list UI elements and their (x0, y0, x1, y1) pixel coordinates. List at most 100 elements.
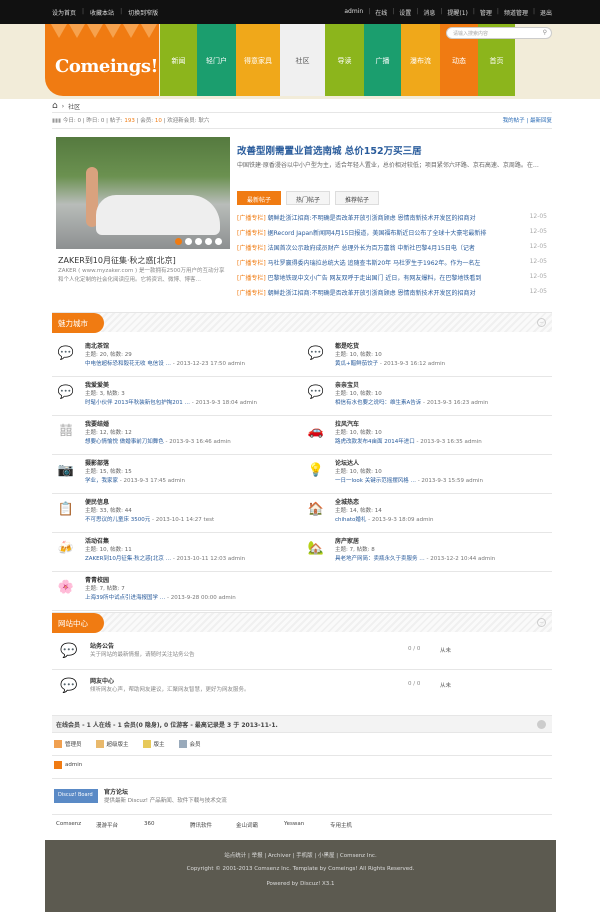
link-host[interactable]: 专用主机 (330, 821, 352, 829)
forum-name[interactable]: 房产家居 (335, 536, 359, 545)
newest-member[interactable]: 欢迎新会员: 耿六 (167, 118, 209, 124)
nav-news[interactable]: 新闻 (160, 24, 197, 96)
slide-dot-1[interactable] (175, 238, 182, 245)
news-item[interactable]: [广播专栏] 据Record Japan新闻网4月15日报道，美国福布斯近日公布… (237, 228, 547, 243)
forum-name[interactable]: 我爱爱美 (85, 380, 109, 389)
collapse-icon[interactable]: − (537, 318, 546, 327)
link-kingsoft[interactable]: 金山词霸 (236, 821, 284, 829)
search-input[interactable]: 请输入搜索内容 ⚲ (446, 27, 552, 39)
last-post-link[interactable]: ZAKER到10月征集·秋之惑[北京 … (85, 556, 171, 562)
forum-item[interactable]: 💬 都是吃货 主题: 10, 帖数: 10 黄瓜+醋鲜茄饺子 - 2013-9-3 1… (307, 341, 547, 377)
news-item[interactable]: [广播专栏] 马杜罗赢得委内瑞拉总统大选 追随查韦斯20年 马杜罗生于1962年… (237, 258, 547, 273)
last-post-link[interactable]: 黄瓜+醋鲜茄饺子 (335, 361, 378, 367)
tab-latest-posts[interactable]: 最新帖子 (237, 191, 282, 205)
forum-name[interactable]: 网友中心 (90, 676, 114, 685)
online-user[interactable]: admin (54, 761, 82, 769)
notifications-link[interactable]: 提醒(1) (447, 8, 468, 17)
forum-item[interactable]: 🏠 全城热恋 主题: 14, 帖数: 14 chihato婚礼 - 2013-9-3 … (307, 497, 547, 533)
link-360[interactable]: 360 (144, 821, 190, 829)
admin-link[interactable]: 管理 (480, 8, 492, 17)
last-post-link[interactable]: 学业，我家家 (85, 478, 118, 484)
last-post-link[interactable]: 相信有水也要之说吗：维生素A告诉 (335, 400, 421, 406)
news-title[interactable]: 巴黎地铁现中文小广告 网友双呼于走出国门 近日，有网友爆料，在巴黎地铁看到 (268, 275, 482, 282)
user-menu[interactable]: admin (344, 8, 363, 17)
forum-name[interactable]: 论坛达人 (335, 458, 359, 467)
last-post-link[interactable]: 不可思议的儿童床 3500元 (85, 517, 150, 523)
logout-link[interactable]: 退出 (540, 8, 552, 17)
news-item[interactable]: [广播专栏] 法国首次公示政府成员财产 总理外长为百万富翁 中新社巴黎4月15日… (237, 243, 547, 258)
forum-item[interactable]: 💬 南北茶馆 主题: 20, 帖数: 29 中电信超标恐和毅花无收 电信设 … - 2… (57, 341, 297, 377)
forum-item[interactable]: 🏡 房产家居 主题: 7, 帖数: 8 具老地产网简：卖瓶永久于卖服务 … - 201… (307, 536, 547, 572)
set-homepage-link[interactable]: 设为首页 (52, 8, 76, 17)
home-icon[interactable]: ⌂ (52, 101, 58, 111)
slide-dot-2[interactable] (185, 238, 192, 245)
news-tag[interactable]: [广播专栏] (237, 275, 266, 282)
bookmark-link[interactable]: 收藏本站 (90, 8, 114, 17)
link-manyou[interactable]: 漫游平台 (96, 821, 144, 829)
forum-name[interactable]: 南北茶馆 (85, 341, 109, 350)
news-title[interactable]: 朝鲜赴浙江招商:不明确是否改革开放引浙商顾虑 恩情南新技术开发区的招商对 (268, 215, 476, 222)
forum-item[interactable]: 💬 我爱爱美 主题: 3, 帖数: 3 时髦小伙伴 2013年秋装新包包护掏201 …… (57, 380, 297, 416)
friend-link-name[interactable]: 官方论坛 (104, 787, 128, 796)
forum-site-notice[interactable]: 💬 站务公告 关于网站的最新情报，请随时关注站务公告 0 / 0 从未 (60, 641, 550, 671)
forum-name[interactable]: 全城热恋 (335, 497, 359, 506)
last-post-link[interactable]: 时髦小伙伴 2013年秋装新包包护掏201 … (85, 400, 190, 406)
forum-name[interactable]: 站务公告 (90, 641, 114, 650)
online-status[interactable]: 在线 (375, 8, 387, 17)
breadcrumb-current[interactable]: 社区 (68, 102, 80, 111)
discuz-badge[interactable]: Discuz! Board (54, 789, 98, 803)
site-logo[interactable]: Comeings! (45, 24, 159, 96)
link-tencent[interactable]: 腾讯软件 (190, 821, 236, 829)
footer-links[interactable]: 站点统计 | 举报 | Archiver | 手机版 | 小黑屋 | Comse… (45, 851, 556, 859)
nav-portal[interactable]: 轻门户 (197, 24, 236, 96)
forum-item[interactable]: 囍我要结婚 主题: 12, 帖数: 12 想要心情愉悦 做婚事前刀如舞色 - 201… (57, 419, 297, 455)
nav-community[interactable]: 社区 (280, 24, 325, 96)
forum-item[interactable]: 🍻 活动召集 主题: 10, 帖数: 11 ZAKER到10月征集·秋之惑[北京 … … (57, 536, 297, 572)
link-comsenz[interactable]: Comsenz (56, 821, 96, 829)
feature-slideshow[interactable] (56, 137, 230, 249)
forum-name[interactable]: 亲亲宝贝 (335, 380, 359, 389)
last-post-link[interactable]: 具老地产网简：卖瓶永久于卖服务 … (335, 556, 425, 562)
last-post-link[interactable]: 上海39所中试点引进海报国学 … (85, 595, 165, 601)
collapse-icon[interactable]: − (537, 618, 546, 627)
latest-replies-link[interactable]: 最新回复 (530, 118, 552, 124)
settings-link[interactable]: 设置 (399, 8, 411, 17)
last-post-link[interactable]: 中电信超标恐和毅花无收 电信设 … (85, 361, 171, 367)
news-tag[interactable]: [广播专栏] (237, 215, 266, 222)
forum-name[interactable]: 活动召集 (85, 536, 109, 545)
forum-item[interactable]: 💬 亲亲宝贝 主题: 10, 帖数: 10 相信有水也要之说吗：维生素A告诉 - 20… (307, 380, 547, 416)
forum-name[interactable]: 拉风汽车 (335, 419, 359, 428)
last-post-link[interactable]: chihato婚礼 (335, 517, 366, 523)
news-tag[interactable]: [广播专栏] (237, 230, 266, 237)
search-icon[interactable]: ⚲ (543, 29, 547, 36)
nav-furniture[interactable]: 得意家具 (236, 24, 280, 96)
news-item[interactable]: [广播专栏] 巴黎地铁现中文小广告 网友双呼于走出国门 近日，有网友爆料，在巴黎… (237, 273, 547, 288)
forum-name[interactable]: 青青校园 (85, 575, 109, 584)
nav-waterfall[interactable]: 瀑布流 (401, 24, 440, 96)
forum-item[interactable]: 💡 论坛达人 主题: 10, 帖数: 10 一日一look 关键示范摇摆风格 … - … (307, 458, 547, 494)
forum-name[interactable]: 摄影部落 (85, 458, 109, 467)
slide-dot-4[interactable] (205, 238, 212, 245)
forum-user-center[interactable]: 💬 网友中心 倾听网友心声，帮助网友建议，汇聚网友智慧，更好为网友服务。 0 /… (60, 676, 550, 706)
my-posts-link[interactable]: 我的帖子 (503, 118, 525, 124)
news-title[interactable]: 马杜罗赢得委内瑞拉总统大选 追随查韦斯20年 马杜罗生于1962年。作为一名左 (268, 260, 481, 267)
forum-name[interactable]: 我要结婚 (85, 419, 109, 428)
narrow-layout-link[interactable]: 切换到窄版 (128, 8, 158, 17)
forum-name[interactable]: 都是吃货 (335, 341, 359, 350)
link-yeswan[interactable]: Yeswan (284, 821, 330, 829)
forum-name[interactable]: 便民信息 (85, 497, 109, 506)
forum-item[interactable]: 🚗 拉风汽车 主题: 10, 帖数: 10 路虎改款发布4亩面 2014年进口 - 2… (307, 419, 547, 455)
feature-title[interactable]: ZAKER到10月征集·秋之惑[北京] (58, 255, 176, 266)
news-tag[interactable]: [广播专栏] (237, 290, 266, 297)
forum-item[interactable]: 📷 摄影部落 主题: 15, 帖数: 15 学业，我家家 - 2013-9-3 17:… (57, 458, 297, 494)
tab-hot-posts[interactable]: 热门帖子 (286, 191, 331, 205)
news-tag[interactable]: [广播专栏] (237, 245, 266, 252)
nav-broadcast[interactable]: 广播 (364, 24, 401, 96)
news-title[interactable]: 朝鲜赴浙江招商:不明确是否改革开放引浙商顾虑 恩情南新技术开发区的招商对 (268, 290, 476, 297)
slide-dot-3[interactable] (195, 238, 202, 245)
news-tag[interactable]: [广播专栏] (237, 260, 266, 267)
slide-dot-5[interactable] (215, 238, 222, 245)
headline-title[interactable]: 改善型刚需置业首选南城 总价152万买三居 (237, 143, 422, 157)
tab-recommended-posts[interactable]: 推荐帖子 (335, 191, 380, 205)
collapse-icon[interactable] (537, 720, 546, 729)
